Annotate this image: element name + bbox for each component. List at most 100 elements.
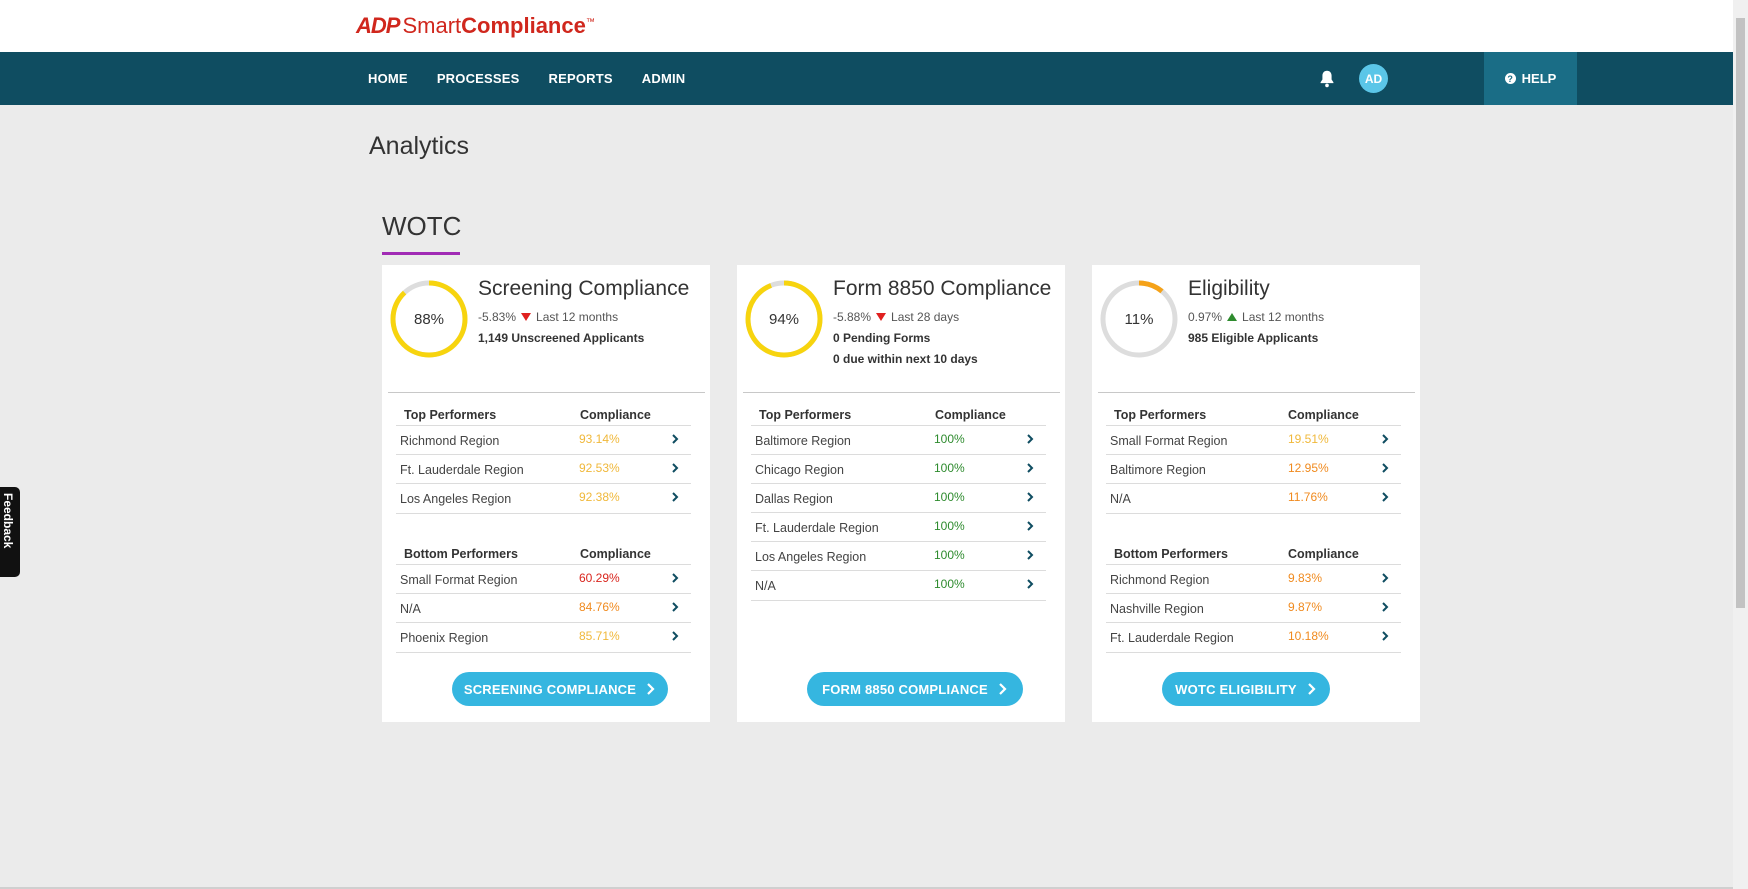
card-form-8850-compliance: 94% Form 8850 Compliance -5.88% Last 28 day… — [737, 265, 1065, 722]
page-title: Analytics — [369, 132, 470, 160]
screening-compliance-button[interactable]: SCREENING COMPLIANCE — [452, 672, 668, 706]
help-icon: ? — [1504, 73, 1516, 84]
performer-row[interactable]: N/A 84.76% — [396, 593, 691, 623]
compliance-column-header: Compliance — [580, 547, 651, 561]
chevron-right-icon[interactable] — [1379, 630, 1391, 642]
performer-row[interactable]: N/A 100% — [751, 570, 1046, 601]
chevron-right-icon[interactable] — [1024, 433, 1036, 445]
trend-period: Last 12 months — [536, 310, 619, 324]
logo-wordmark: SmartCompliance™ — [402, 13, 594, 39]
nav-item-reports[interactable]: REPORTS — [549, 71, 613, 86]
chevron-right-icon[interactable] — [1024, 462, 1036, 474]
top-performers-header: Top Performers — [759, 408, 852, 422]
help-label: HELP — [1521, 71, 1557, 86]
logo-text-compliance: Compliance — [461, 13, 586, 38]
scrollbar-thumb[interactable] — [1736, 18, 1745, 608]
performer-row[interactable]: Richmond Region 93.14% — [396, 425, 691, 455]
summary-line-1: 985 Eligible Applicants — [1188, 331, 1319, 345]
chevron-right-icon[interactable] — [1379, 491, 1391, 503]
region-name: Small Format Region — [1110, 434, 1228, 448]
compliance-value: 100% — [934, 461, 965, 475]
chevron-right-icon[interactable] — [669, 601, 681, 613]
compliance-value: 100% — [934, 519, 965, 533]
chevron-right-icon[interactable] — [1379, 462, 1391, 474]
performer-row[interactable]: Nashville Region 9.87% — [1106, 593, 1401, 623]
user-avatar[interactable]: AD — [1359, 64, 1388, 93]
compliance-value: 100% — [934, 490, 965, 504]
region-name: Baltimore Region — [755, 434, 851, 448]
top-performers-header: Top Performers — [1114, 408, 1207, 422]
performer-row[interactable]: Ft. Lauderdale Region 100% — [751, 512, 1046, 542]
gauge-percent-label: 11% — [1124, 310, 1154, 328]
region-name: Dallas Region — [755, 492, 833, 506]
chevron-right-icon[interactable] — [1024, 491, 1036, 503]
nav-item-admin[interactable]: ADMIN — [642, 71, 686, 86]
section-underline — [382, 252, 460, 255]
nav-item-home[interactable]: HOME — [368, 71, 408, 86]
performer-row[interactable]: Small Format Region 19.51% — [1106, 425, 1401, 455]
button-label: SCREENING COMPLIANCE — [463, 681, 637, 697]
compliance-column-header: Compliance — [1288, 408, 1359, 422]
trend-row: -5.88% Last 28 days — [833, 310, 959, 324]
card-screening-compliance: 88% Screening Compliance -5.83% Last 12 mon… — [382, 265, 710, 722]
chevron-right-icon[interactable] — [669, 433, 681, 445]
chevron-right-icon[interactable] — [1024, 578, 1036, 590]
chevron-right-icon[interactable] — [1024, 549, 1036, 561]
trend-up-icon — [1227, 313, 1238, 321]
feedback-label: Feedback — [1, 493, 15, 549]
trend-delta: -5.83% — [478, 310, 517, 324]
chevron-right-icon[interactable] — [1379, 601, 1391, 613]
chevron-right-icon[interactable] — [1379, 572, 1391, 584]
nav-item-processes[interactable]: PROCESSES — [437, 71, 520, 86]
performer-row[interactable]: N/A 11.76% — [1106, 483, 1401, 514]
top-performers-header: Top Performers — [404, 408, 497, 422]
chevron-right-icon — [999, 683, 1007, 695]
performer-row[interactable]: Phoenix Region 85.71% — [396, 622, 691, 653]
feedback-tab[interactable]: Feedback — [0, 487, 20, 577]
compliance-value: 12.95% — [1288, 461, 1329, 475]
help-button[interactable]: ? HELP — [1484, 52, 1577, 105]
chevron-right-icon — [647, 683, 655, 695]
adp-smartcompliance-logo[interactable]: ADP SmartCompliance™ — [356, 12, 595, 40]
chevron-right-icon[interactable] — [669, 462, 681, 474]
performer-row[interactable]: Chicago Region 100% — [751, 454, 1046, 484]
compliance-value: 9.83% — [1288, 571, 1323, 585]
chevron-right-icon[interactable] — [669, 572, 681, 584]
trend-down-icon — [876, 313, 887, 321]
compliance-value: 10.18% — [1288, 629, 1329, 643]
compliance-value: 92.53% — [579, 461, 620, 475]
form-8850-compliance-button[interactable]: FORM 8850 COMPLIANCE — [807, 672, 1023, 706]
trend-period: Last 28 days — [891, 310, 960, 324]
region-name: Ft. Lauderdale Region — [400, 463, 524, 477]
performer-row[interactable]: Los Angeles Region 100% — [751, 541, 1046, 571]
chevron-right-icon[interactable] — [669, 491, 681, 503]
region-name: N/A — [755, 579, 776, 593]
performer-row[interactable]: Richmond Region 9.83% — [1106, 564, 1401, 594]
bottom-performers-header: Bottom Performers — [404, 547, 518, 561]
region-name: Baltimore Region — [1110, 463, 1206, 477]
performer-row[interactable]: Dallas Region 100% — [751, 483, 1046, 513]
performer-row[interactable]: Baltimore Region 100% — [751, 425, 1046, 455]
performer-row[interactable]: Small Format Region 60.29% — [396, 564, 691, 594]
performer-row[interactable]: Los Angeles Region 92.38% — [396, 483, 691, 514]
wotc-eligibility-button[interactable]: WOTC ELIGIBILITY — [1162, 672, 1330, 706]
performer-row[interactable]: Ft. Lauderdale Region 10.18% — [1106, 622, 1401, 653]
compliance-value: 93.14% — [579, 432, 620, 446]
chevron-right-icon[interactable] — [669, 630, 681, 642]
chevron-right-icon[interactable] — [1024, 520, 1036, 532]
performer-row[interactable]: Ft. Lauderdale Region 92.53% — [396, 454, 691, 484]
region-name: Los Angeles Region — [755, 550, 867, 564]
logo-text-smart: Smart — [402, 13, 462, 38]
compliance-value: 100% — [934, 548, 965, 562]
compliance-column-header: Compliance — [935, 408, 1006, 422]
notification-bell-icon[interactable] — [1316, 68, 1338, 90]
region-name: N/A — [1110, 492, 1131, 506]
region-name: Ft. Lauderdale Region — [1110, 631, 1234, 645]
logo-trademark: ™ — [585, 16, 595, 27]
compliance-column-header: Compliance — [580, 408, 651, 422]
compliance-value: 100% — [934, 577, 965, 591]
main-navbar: HOME PROCESSES REPORTS ADMIN — [0, 52, 1733, 105]
performer-row[interactable]: Baltimore Region 12.95% — [1106, 454, 1401, 484]
chevron-right-icon[interactable] — [1379, 433, 1391, 445]
card-title: Form 8850 Compliance — [833, 277, 1052, 300]
